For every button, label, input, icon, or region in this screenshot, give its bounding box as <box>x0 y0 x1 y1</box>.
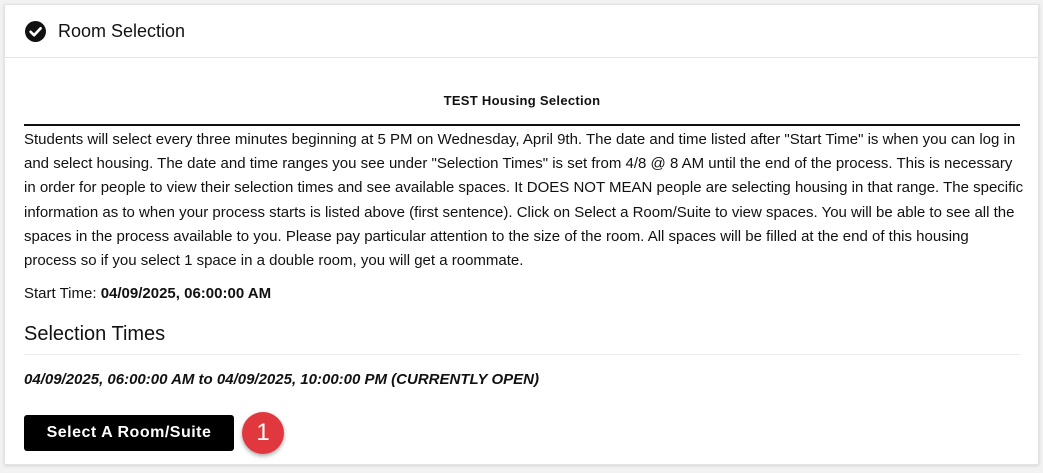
check-circle-icon <box>25 21 46 42</box>
room-selection-card: Room Selection TEST Housing Selection St… <box>4 4 1039 465</box>
card-title: Room Selection <box>58 21 186 41</box>
annotation-badge: 1 <box>242 412 284 454</box>
start-time-label: Start Time: <box>24 285 97 302</box>
selection-times-title: Selection Times <box>24 323 166 345</box>
select-room-suite-button[interactable]: Select A Room/Suite <box>24 415 234 451</box>
heading-divider <box>24 124 1020 126</box>
start-time-value: 04/09/2025, 06:00:00 AM <box>100 285 272 302</box>
selection-time-range: 04/09/2025, 06:00:00 AM to 04/09/2025, 1… <box>24 371 539 388</box>
section-heading: TEST Housing Selection <box>443 93 601 108</box>
card-header: Room Selection <box>5 5 1038 58</box>
selection-description: Students will select every three minutes… <box>24 131 1024 270</box>
start-time: Start Time: 04/09/2025, 06:00:00 AM <box>24 284 271 304</box>
selection-times-divider <box>24 354 1020 355</box>
